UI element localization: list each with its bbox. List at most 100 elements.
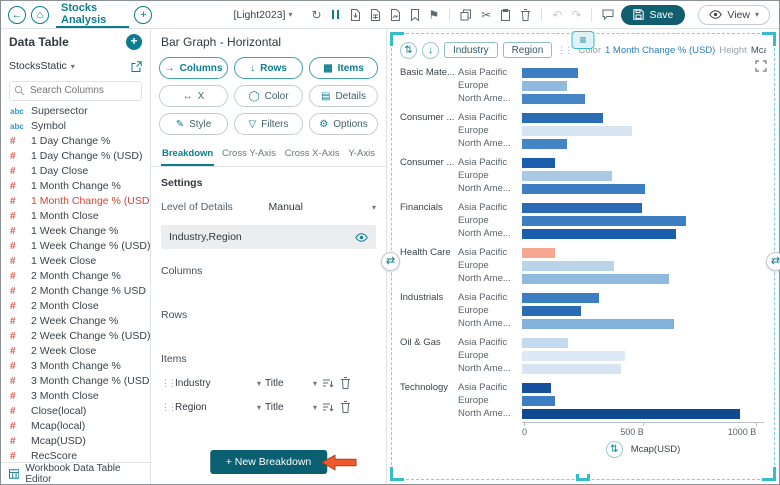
home-button[interactable]: ⌂ (31, 6, 49, 24)
selection-bottom-handle[interactable] (576, 474, 590, 481)
x-shelf-button[interactable]: ↔X (159, 85, 228, 107)
export-pdf-icon[interactable] (348, 7, 363, 23)
bar[interactable] (522, 81, 567, 91)
bar[interactable] (522, 293, 599, 303)
color-shelf-button[interactable]: ◯Color (234, 85, 303, 107)
items-shelf-button[interactable]: ▦Items (309, 57, 378, 79)
drag-handle-icon[interactable]: ⋮⋮ (557, 45, 567, 56)
export-image-icon[interactable] (388, 7, 403, 23)
bar[interactable] (522, 248, 555, 258)
column-list-item[interactable]: #2 Month Close (1, 299, 150, 314)
style-shelf-button[interactable]: ✎Style (159, 113, 228, 135)
column-list-item[interactable]: #2 Week Close (1, 344, 150, 359)
rows-shelf-button[interactable]: ↓Rows (234, 57, 303, 79)
column-list-item[interactable]: #1 Month Close (1, 209, 150, 224)
item-field-select[interactable]: Region▾ (175, 402, 261, 413)
trash-icon[interactable] (339, 376, 352, 390)
column-list-item[interactable]: #Close(local) (1, 404, 150, 419)
column-list-item[interactable]: #1 Day Close (1, 164, 150, 179)
column-list-item[interactable]: #1 Week Change % (USD) (1, 239, 150, 254)
delete-icon[interactable] (518, 7, 533, 23)
bar[interactable] (522, 216, 686, 226)
column-list-item[interactable]: abcSymbol (1, 119, 150, 134)
bar[interactable] (522, 94, 585, 104)
visualization-panel[interactable]: ≡ ⇅ ↓ Industry Region ⋮⋮ Color 1 Month C… (391, 33, 775, 480)
bar[interactable] (522, 203, 642, 213)
column-list-item[interactable]: #Mcap(USD) (1, 434, 150, 449)
columns-drop-zone[interactable]: Columns (161, 265, 376, 277)
column-list-item[interactable]: #2 Month Change % USD (1, 284, 150, 299)
column-list-item[interactable]: #1 Week Change % (1, 224, 150, 239)
tab-breakdown[interactable]: Breakdown (161, 143, 214, 166)
x-axis-swap-icon[interactable]: ⇅ (606, 441, 623, 458)
height-field[interactable]: Mcap(USD) (751, 45, 766, 56)
breadcrumb-region[interactable]: Region (503, 42, 553, 58)
bar[interactable] (522, 364, 621, 374)
redo-icon[interactable]: ↷ (569, 7, 583, 23)
column-list-item[interactable]: #3 Month Close (1, 389, 150, 404)
bar[interactable] (522, 229, 676, 239)
tab-cross-y-axis[interactable]: Cross Y-Axis (221, 143, 277, 166)
column-list-item[interactable]: #3 Month Change % (1, 359, 150, 374)
add-tab-button[interactable]: + (134, 6, 152, 24)
filters-shelf-button[interactable]: ▽Filters (234, 113, 303, 135)
column-list-item[interactable]: #1 Day Change % (1, 134, 150, 149)
flag-icon[interactable]: ⚑ (427, 7, 442, 23)
bar[interactable] (522, 158, 555, 168)
bookmark-icon[interactable] (408, 7, 422, 23)
column-list-item[interactable]: #3 Month Change % (USD) (1, 374, 150, 389)
new-breakdown-button[interactable]: + New Breakdown (210, 450, 328, 474)
search-input[interactable] (9, 81, 142, 101)
sort-direction-icon[interactable]: ↓ (422, 42, 439, 59)
options-shelf-button[interactable]: ⚙Options (309, 113, 378, 135)
bar[interactable] (522, 409, 740, 419)
details-shelf-button[interactable]: ▤Details (309, 85, 378, 107)
bar[interactable] (522, 319, 674, 329)
item-display-select[interactable]: Title▾ (265, 402, 317, 413)
column-list-item[interactable]: #1 Month Change % (1, 179, 150, 194)
dataset-select[interactable]: StocksStatic (9, 60, 67, 72)
breakdown-band[interactable]: Industry,Region (161, 225, 376, 249)
open-data-table-icon[interactable] (131, 61, 142, 72)
refresh-icon[interactable]: ↻ (309, 7, 323, 23)
paste-icon[interactable] (498, 7, 513, 23)
bar[interactable] (522, 68, 578, 78)
tab-stocks-analysis[interactable]: Stocks Analysis (56, 1, 129, 28)
panel-resize-handle-left[interactable]: ⇄ (381, 252, 400, 271)
add-data-table-button[interactable]: + (126, 34, 142, 50)
bar[interactable] (522, 139, 567, 149)
column-list-item[interactable]: #1 Month Change % (USD) (1, 194, 150, 209)
visibility-eye-icon[interactable] (355, 233, 368, 242)
comment-icon[interactable] (600, 7, 616, 22)
copy-icon[interactable] (458, 7, 474, 23)
column-list-item[interactable]: abcSupersector (1, 104, 150, 119)
undo-icon[interactable]: ↶ (550, 7, 564, 23)
column-list-item[interactable]: #2 Month Change % (1, 269, 150, 284)
column-list-item[interactable]: #Mcap(local) (1, 419, 150, 434)
bar[interactable] (522, 383, 551, 393)
tab-cross-x-axis[interactable]: Cross X-Axis (284, 143, 341, 166)
bar[interactable] (522, 171, 612, 181)
bar[interactable] (522, 126, 632, 136)
sort-icon[interactable] (321, 401, 335, 414)
bar[interactable] (522, 338, 568, 348)
sort-icon[interactable] (321, 377, 335, 390)
bar[interactable] (522, 396, 555, 406)
column-list-item[interactable]: #1 Day Change % (USD) (1, 149, 150, 164)
bar[interactable] (522, 351, 625, 361)
drag-handle-icon[interactable]: ⋮⋮ (161, 378, 171, 389)
bar[interactable] (522, 261, 614, 271)
save-button[interactable]: Save (621, 5, 685, 25)
breadcrumb-industry[interactable]: Industry (444, 42, 498, 58)
theme-select[interactable]: [Light2023] ▾ (233, 9, 292, 21)
column-list-item[interactable]: #2 Week Change % (USD) (1, 329, 150, 344)
color-field[interactable]: 1 Month Change % (USD) (605, 45, 715, 56)
columns-shelf-button[interactable]: →Columns (159, 57, 228, 79)
back-button[interactable]: ← (8, 6, 26, 24)
cut-icon[interactable]: ✂ (479, 7, 493, 23)
column-list-item[interactable]: #2 Week Change % (1, 314, 150, 329)
item-display-select[interactable]: Title▾ (265, 378, 317, 389)
item-field-select[interactable]: Industry▾ (175, 378, 261, 389)
bar[interactable] (522, 306, 581, 316)
bar[interactable] (522, 184, 645, 194)
